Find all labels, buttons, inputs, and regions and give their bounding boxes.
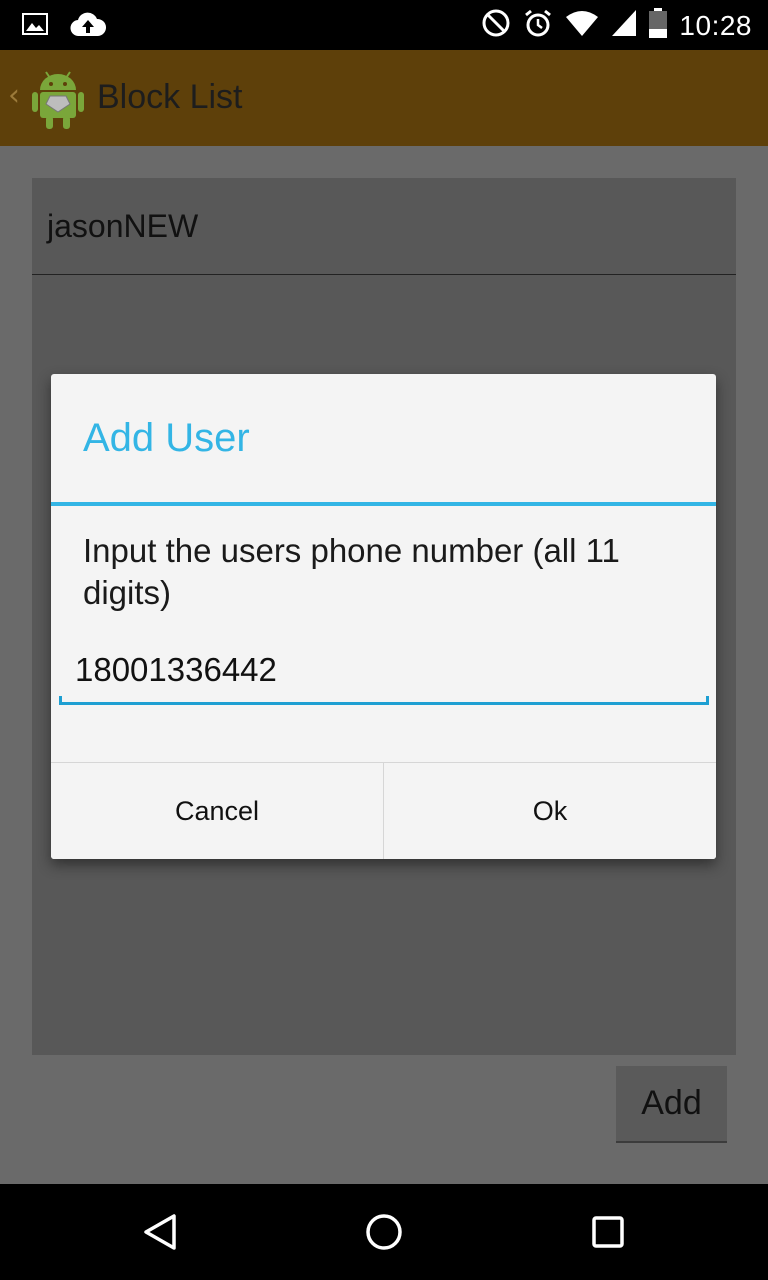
navigation-bar — [0, 1184, 768, 1280]
list-item[interactable]: jasonNEW — [32, 178, 736, 275]
phone-number-input[interactable] — [59, 650, 715, 690]
home-icon[interactable] — [329, 1184, 439, 1280]
up-chevron-icon[interactable]: ‹ — [8, 78, 20, 113]
add-user-dialog: Add User Input the users phone number (a… — [51, 374, 716, 859]
phone-number-field — [59, 636, 715, 706]
back-icon[interactable] — [105, 1184, 215, 1280]
list-item-label: jasonNEW — [47, 208, 199, 244]
wifi-icon — [565, 9, 599, 42]
action-bar: ‹ Block List — [0, 50, 768, 146]
dialog-title-divider — [51, 502, 716, 506]
cancel-button[interactable]: Cancel — [51, 763, 383, 859]
dialog-button-bar: Cancel Ok — [51, 762, 716, 859]
add-button[interactable]: Add — [616, 1066, 727, 1143]
android-app-icon[interactable] — [30, 66, 86, 130]
alarm-icon — [523, 8, 553, 43]
signal-icon — [611, 9, 637, 42]
battery-icon — [649, 8, 668, 43]
status-bar: 10:28 — [0, 0, 768, 50]
image-icon — [22, 11, 48, 44]
status-time: 10:28 — [679, 9, 752, 41]
recents-icon[interactable] — [553, 1184, 663, 1280]
page-title: Block List — [97, 78, 243, 116]
ok-button[interactable]: Ok — [384, 763, 716, 859]
do-not-disturb-icon — [481, 8, 511, 43]
dialog-message: Input the users phone number (all 11 dig… — [83, 532, 620, 611]
cloud-upload-icon — [70, 11, 107, 44]
dialog-title: Add User — [83, 416, 250, 460]
input-underline — [59, 696, 709, 705]
